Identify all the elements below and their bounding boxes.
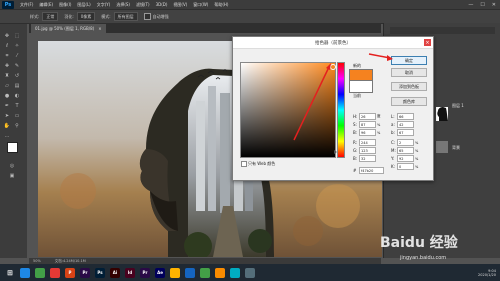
taskbar-app-icon[interactable] <box>200 267 210 278</box>
taskbar-apps: P Pr Ps Ai Id Pr Ae <box>15 267 255 278</box>
path-select-tool-icon[interactable]: ➤ <box>3 112 11 119</box>
taskbar-app-icon[interactable]: Pr <box>80 267 90 278</box>
dodge-tool-icon[interactable]: ◐ <box>13 92 21 99</box>
mode-label: 模式: <box>101 13 111 19</box>
arrow-to-ok-button <box>368 53 391 59</box>
arrow-to-color-field <box>293 66 330 141</box>
taskbar-app-icon[interactable] <box>20 267 30 278</box>
layer2-thumbnail <box>436 141 448 153</box>
minimize-button[interactable]: — <box>468 2 473 8</box>
taskbar-app-icon[interactable]: Id <box>125 267 135 278</box>
move-tool-icon[interactable]: ✥ <box>3 32 11 39</box>
menu-help[interactable]: 帮助(H) <box>214 2 228 8</box>
brush-tool-icon[interactable]: ✎ <box>13 62 21 69</box>
magic-wand-tool-icon[interactable]: ✧ <box>13 42 21 49</box>
foreground-color-swatch[interactable] <box>7 142 18 153</box>
stamp-tool-icon[interactable]: ♜ <box>3 72 11 79</box>
quick-mask-icon[interactable]: ◎ <box>8 162 16 169</box>
document-tab[interactable]: 01.jpg @ 50% (图层 1, RGB/8) × <box>31 24 106 33</box>
history-brush-tool-icon[interactable]: ↺ <box>13 72 21 79</box>
menu-view[interactable]: 视图(V) <box>173 2 187 8</box>
start-button-icon[interactable]: ⊞ <box>5 268 15 278</box>
arrow-head-color-field <box>326 63 331 70</box>
eyedropper-tool-icon[interactable]: ⁄ <box>13 52 21 59</box>
taskbar-app-icon[interactable]: Pr <box>140 267 150 278</box>
menu-3d[interactable]: 3D(D) <box>156 2 168 7</box>
options-bar: 样式: 正常 羽化: 0像素 模式: 所有图层 自动增强 <box>0 9 500 24</box>
maximize-button[interactable]: ☐ <box>480 2 484 8</box>
close-window-button[interactable]: ✕ <box>492 2 496 8</box>
marquee-tool-icon[interactable]: ⬚ <box>13 32 21 39</box>
layer2-name[interactable]: 背景 <box>452 145 460 151</box>
document-tab-label: 01.jpg @ 50% (图层 1, RGB/8) <box>35 25 95 31</box>
taskbar-app-icon[interactable] <box>50 267 60 278</box>
pen-tool-icon[interactable]: ✒ <box>3 102 11 109</box>
menu-type[interactable]: 文字(Y) <box>97 2 111 8</box>
taskbar-app-icon[interactable]: Ai <box>110 267 120 278</box>
taskbar-app-icon[interactable] <box>215 267 225 278</box>
auto-enhance-checkbox[interactable] <box>143 13 151 20</box>
mode-select[interactable]: 所有图层 <box>113 12 138 21</box>
taskbar-app-icon[interactable]: Ps <box>95 267 105 278</box>
style-select[interactable]: 正常 <box>42 12 59 21</box>
clock-date[interactable]: 2020/1/20 <box>478 273 496 277</box>
color-picker-dialog: 拾色器（前景色） × 新的 当前 确定 取消 添加到色板 颜色库 H: 26 度 S… <box>232 36 434 181</box>
taskbar-app-icon[interactable] <box>170 267 180 278</box>
menu-layer[interactable]: 图层(L) <box>77 2 90 8</box>
panel-header <box>390 27 495 34</box>
menu-filter[interactable]: 滤镜(T) <box>136 2 150 8</box>
annotation-arrows <box>293 53 393 141</box>
menu-edit[interactable]: 编辑(E) <box>39 2 53 8</box>
lasso-tool-icon[interactable]: ℓ <box>3 42 11 49</box>
screen-mode-icon[interactable]: ▣ <box>8 172 16 179</box>
menu-window[interactable]: 窗口(W) <box>193 2 208 8</box>
watermark-url: jingyan.baidu.com <box>400 255 447 261</box>
layer-thumbnail <box>436 107 448 121</box>
status-doc-size: 文档:4.24M/10.1M <box>54 258 86 263</box>
hand-tool-icon[interactable]: ✋ <box>3 122 11 129</box>
windows-taskbar: ⊞ P Pr Ps Ai Id Pr Ae 9:04 2020/1/20 <box>0 264 500 281</box>
status-zoom[interactable]: 50% <box>33 259 41 263</box>
gradient-tool-icon[interactable]: ▤ <box>13 82 21 89</box>
taskbar-app-icon[interactable] <box>35 267 45 278</box>
taskbar-app-icon[interactable] <box>185 267 195 278</box>
menu-image[interactable]: 图像(I) <box>59 2 71 8</box>
watermark-logo: Baidu 经验 <box>380 235 458 251</box>
eraser-tool-icon[interactable]: ▱ <box>3 82 11 89</box>
taskbar-app-icon[interactable]: Ae <box>155 267 165 278</box>
taskbar-app-icon[interactable] <box>230 267 240 278</box>
crop-tool-icon[interactable]: ⌗ <box>3 52 11 59</box>
menu-select[interactable]: 选择(S) <box>116 2 130 8</box>
style-label: 样式: <box>30 13 40 19</box>
more-tools-icon[interactable]: … <box>3 132 11 139</box>
feather-select[interactable]: 0像素 <box>76 12 96 21</box>
taskbar-app-icon[interactable]: P <box>65 267 75 278</box>
zoom-tool-icon[interactable]: ⚲ <box>13 122 21 129</box>
shape-tool-icon[interactable]: ▭ <box>13 112 21 119</box>
text-tool-icon[interactable]: T <box>13 102 21 109</box>
menu-file[interactable]: 文件(F) <box>20 2 33 8</box>
feather-label: 羽化: <box>64 13 74 19</box>
arrow-head-ok-button <box>387 55 393 61</box>
layer-name[interactable]: 图层 1 <box>452 103 464 109</box>
menu-bar: Ps 文件(F) 编辑(E) 图像(I) 图层(L) 文字(Y) 选择(S) 滤… <box>0 0 500 9</box>
toolbox: ✥ ⬚ ℓ ✧ ⌗ ⁄ ✚ ✎ ♜ ↺ ▱ ▤ ● ◐ ✒ T ➤ ▭ ✋ ⚲ … <box>0 24 27 258</box>
document-tab-close-button[interactable]: × <box>98 26 101 31</box>
auto-enhance-label: 自动增强 <box>152 13 169 19</box>
photoshop-logo-icon: Ps <box>2 0 14 9</box>
taskbar-app-icon[interactable] <box>245 267 255 278</box>
blur-tool-icon[interactable]: ● <box>3 92 11 99</box>
healing-brush-tool-icon[interactable]: ✚ <box>3 62 11 69</box>
